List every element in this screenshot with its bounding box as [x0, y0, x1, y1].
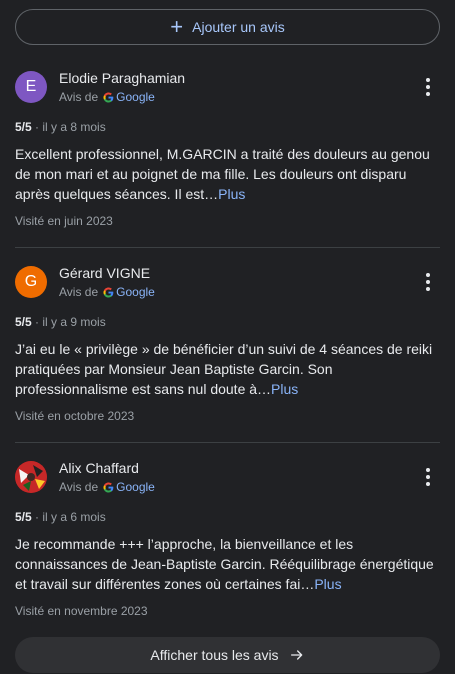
review-time: il y a 9 mois [42, 315, 106, 329]
add-review-label: Ajouter un avis [192, 19, 285, 35]
source-prefix: Avis de [59, 480, 99, 494]
review-author[interactable]: Alix Chaffard [59, 460, 139, 476]
review-text-body: Je recommande +++ l’approche, la bienvei… [15, 536, 434, 592]
source-name: Google [116, 480, 155, 494]
review-author[interactable]: Elodie Paraghamian [59, 70, 185, 86]
source-prefix: Avis de [59, 285, 99, 299]
review-rating: 5/5 [15, 315, 32, 329]
review-meta: 5/5 · il y a 9 mois [15, 315, 106, 329]
review-author[interactable]: Gérard VIGNE [59, 265, 150, 281]
review-time: il y a 8 mois [42, 120, 106, 134]
more-options-icon[interactable] [420, 465, 436, 489]
more-options-icon[interactable] [420, 75, 436, 99]
divider [15, 442, 440, 443]
review-meta: 5/5 · il y a 6 mois [15, 510, 106, 524]
review-more-link[interactable]: Plus [271, 381, 298, 397]
show-all-reviews-button[interactable]: Afficher tous les avis [15, 637, 440, 673]
review-text: Je recommande +++ l’approche, la bienvei… [15, 534, 440, 594]
show-all-label: Afficher tous les avis [150, 647, 279, 663]
more-options-icon[interactable] [420, 270, 436, 294]
review-text-body: J’ai eu le « privilège » de bénéficier d… [15, 341, 433, 397]
google-icon [103, 91, 114, 103]
review-visited: Visité en juin 2023 [15, 214, 113, 228]
review-text: J’ai eu le « privilège » de bénéficier d… [15, 339, 440, 399]
source-name: Google [116, 90, 155, 104]
source-prefix: Avis de [59, 90, 99, 104]
review-rating: 5/5 [15, 510, 32, 524]
review-more-link[interactable]: Plus [218, 186, 245, 202]
divider [15, 247, 440, 248]
review-visited: Visité en octobre 2023 [15, 409, 135, 423]
review-source: Avis de Google [59, 285, 155, 299]
avatar[interactable] [15, 461, 47, 493]
arrow-right-icon [290, 650, 302, 660]
review-text: Excellent professionnel, M.GARCIN a trai… [15, 144, 440, 204]
source-name: Google [116, 285, 155, 299]
review-more-link[interactable]: Plus [314, 576, 341, 592]
review-visited: Visité en novembre 2023 [15, 604, 148, 618]
review-rating: 5/5 [15, 120, 32, 134]
add-review-button[interactable]: + Ajouter un avis [15, 9, 440, 45]
plus-icon: + [170, 14, 184, 39]
review-time: il y a 6 mois [42, 510, 106, 524]
google-icon [103, 481, 114, 493]
profile-photo-icon [15, 461, 47, 493]
review-meta: 5/5 · il y a 8 mois [15, 120, 106, 134]
review-source: Avis de Google [59, 480, 155, 494]
avatar[interactable]: G [15, 266, 47, 298]
review-source: Avis de Google [59, 90, 155, 104]
google-icon [103, 286, 114, 298]
avatar[interactable]: E [15, 71, 47, 103]
